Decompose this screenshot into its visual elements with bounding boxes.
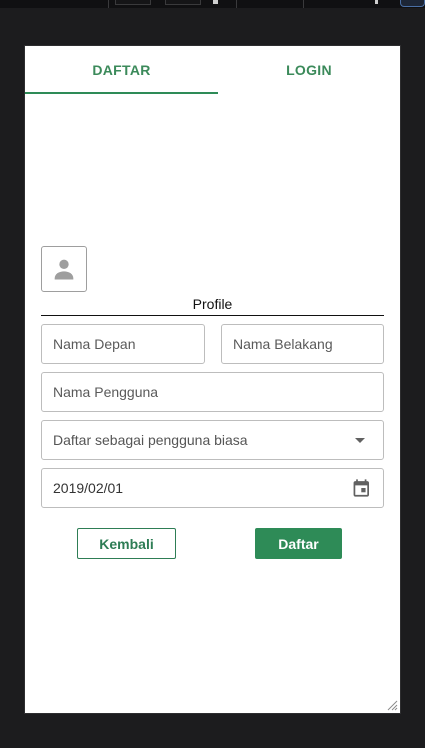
strip-icon — [375, 0, 378, 4]
strip-divider — [108, 0, 109, 8]
tab-bar: DAFTAR LOGIN — [25, 46, 400, 94]
active-tab-indicator — [25, 92, 218, 94]
username-input[interactable] — [53, 384, 372, 400]
chevron-down-icon — [355, 437, 365, 443]
birth-date-field[interactable] — [41, 468, 384, 508]
last-name-input[interactable] — [233, 336, 372, 352]
first-name-input[interactable] — [53, 336, 193, 352]
device-frame: DAFTAR LOGIN Profile Daftar sebagai peng… — [24, 45, 401, 714]
username-field[interactable] — [41, 372, 384, 412]
person-icon — [54, 259, 74, 280]
window-top-strip — [0, 0, 425, 8]
strip-button[interactable] — [400, 0, 425, 7]
register-button[interactable]: Daftar — [255, 528, 342, 559]
first-name-field[interactable] — [41, 324, 205, 364]
tab-daftar[interactable]: DAFTAR — [25, 46, 218, 94]
last-name-field[interactable] — [221, 324, 384, 364]
strip-tab — [115, 0, 151, 5]
account-type-select[interactable]: Daftar sebagai pengguna biasa — [41, 420, 384, 460]
tab-login[interactable]: LOGIN — [218, 46, 400, 94]
birth-date-input[interactable] — [53, 480, 352, 496]
account-type-value: Daftar sebagai pengguna biasa — [53, 432, 248, 448]
strip-tab — [165, 0, 201, 5]
strip-divider — [303, 0, 304, 8]
avatar-picker[interactable] — [41, 246, 87, 292]
profile-divider — [41, 315, 384, 316]
strip-divider — [236, 0, 237, 8]
back-button[interactable]: Kembali — [77, 528, 176, 559]
resize-grip-icon[interactable] — [386, 699, 398, 711]
profile-label: Profile — [192, 296, 233, 312]
strip-icon — [213, 0, 218, 4]
calendar-icon[interactable] — [351, 477, 372, 499]
